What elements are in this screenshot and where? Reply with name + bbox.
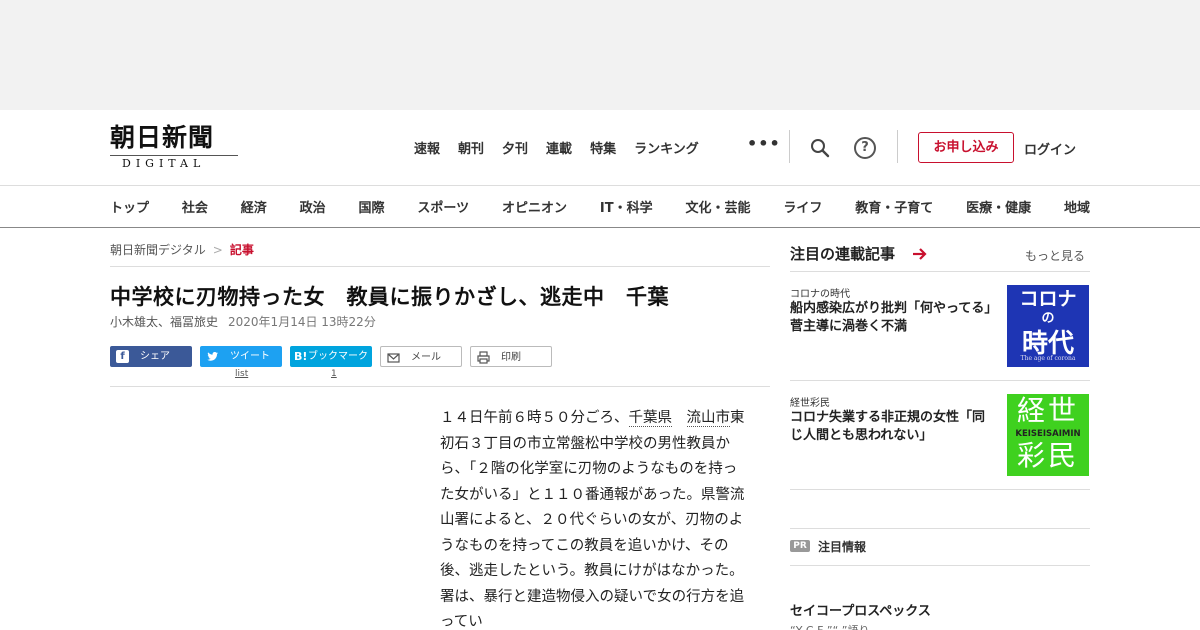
pr-section-label: 注目情報: [818, 540, 867, 554]
hatena-count-link[interactable]: 1: [331, 369, 337, 379]
breadcrumb-current: 記事: [229, 243, 254, 257]
search-icon[interactable]: [810, 138, 830, 158]
corona-series-thumbnail[interactable]: コロナ の 時代 The age of corona: [1007, 285, 1089, 367]
category-health[interactable]: 医療・健康: [966, 197, 1031, 216]
category-top[interactable]: トップ: [110, 197, 149, 216]
facebook-icon: f: [116, 350, 129, 363]
category-politics[interactable]: 政治: [300, 197, 326, 216]
site-header: 朝日新聞 DIGITAL 速報 朝刊 夕刊 連載 特集 ランキング ••• ? …: [0, 110, 1200, 185]
divider: [110, 266, 770, 267]
nav-yuukan[interactable]: 夕刊: [502, 138, 528, 157]
thumb-text: KEISEISAIMIN: [1015, 429, 1081, 439]
divider: [790, 271, 1090, 272]
thumb-text: 経世: [1016, 394, 1079, 427]
thumb-text: コロナ: [1019, 288, 1077, 310]
advertiser-name[interactable]: セイコープロスペックス: [790, 600, 931, 619]
see-more-link[interactable]: もっと見る: [1025, 247, 1085, 264]
category-economy[interactable]: 経済: [241, 197, 267, 216]
login-link[interactable]: ログイン: [1024, 139, 1076, 158]
twitter-share-label: ツイート: [230, 351, 270, 362]
link-chiba[interactable]: 千葉県: [628, 410, 672, 427]
category-life[interactable]: ライフ: [783, 197, 822, 216]
twitter-count-link[interactable]: list: [235, 369, 248, 379]
nav-rensai[interactable]: 連載: [546, 138, 572, 157]
facebook-share-button[interactable]: f シェア: [110, 346, 192, 367]
ad-banner-area: [0, 0, 1200, 110]
category-opinion[interactable]: オピニオン: [502, 197, 567, 216]
series-category[interactable]: コロナの時代: [790, 285, 850, 300]
ad-subtitle[interactable]: “Y C F ”“ ”語り: [790, 622, 870, 630]
article-date: 2020年1月14日 13時22分: [228, 315, 376, 329]
category-education[interactable]: 教育・子育て: [855, 197, 933, 216]
divider: [790, 528, 1090, 529]
thumb-text: 彩民: [1016, 439, 1079, 472]
breadcrumb-home[interactable]: 朝日新聞デジタル: [110, 243, 206, 257]
thumb-text: The age of corona: [1020, 355, 1076, 362]
article-body: １４日午前６時５０分ごろ、千葉県 流山市東初石３丁目の市立常盤松中学校の男性教員…: [440, 406, 750, 630]
hatena-bookmark-label: ブックマーク: [308, 351, 368, 362]
pr-badge: PR: [790, 540, 810, 552]
nav-tokushu[interactable]: 特集: [590, 138, 616, 157]
divider: [790, 489, 1090, 490]
divider: [790, 380, 1090, 381]
breadcrumb-separator: >: [212, 243, 223, 257]
nav-ranking[interactable]: ランキング: [634, 138, 699, 157]
arrow-right-icon[interactable]: [912, 246, 928, 262]
logo-title: 朝日新聞: [110, 123, 215, 152]
series-category[interactable]: 経世彩民: [790, 394, 830, 409]
body-text-intro: １４日午前６時５０分ごろ、: [440, 410, 629, 426]
category-nav: トップ 社会 経済 政治 国際 スポーツ オピニオン IT・科学 文化・芸能 ラ…: [0, 185, 1200, 228]
header-divider: [897, 130, 898, 163]
header-nav: 速報 朝刊 夕刊 連載 特集 ランキング: [414, 138, 717, 157]
mail-share-button[interactable]: メール: [380, 346, 462, 367]
nav-choukan[interactable]: 朝刊: [458, 138, 484, 157]
article-authors: 小木雄太、福冨旅史: [110, 315, 219, 329]
sidebar-heading[interactable]: 注目の連載記事: [790, 243, 895, 264]
more-menu-icon[interactable]: •••: [747, 134, 781, 153]
logo-subtitle: DIGITAL: [122, 157, 206, 170]
divider: [110, 386, 770, 387]
hatena-icon: B!: [294, 350, 308, 363]
breadcrumb: 朝日新聞デジタル > 記事: [110, 241, 254, 258]
category-society[interactable]: 社会: [182, 197, 208, 216]
mail-icon: [387, 353, 400, 363]
subscribe-button[interactable]: お申し込み: [918, 132, 1014, 163]
series-article-title[interactable]: コロナ失業する非正規の女性「同じ人間とも思われない」: [790, 409, 995, 445]
header-divider: [789, 130, 790, 163]
site-logo[interactable]: 朝日新聞 DIGITAL: [110, 124, 245, 170]
keisei-series-thumbnail[interactable]: 経世 KEISEISAIMIN 彩民: [1007, 394, 1089, 476]
link-nagareyama[interactable]: 流山市: [686, 410, 730, 427]
help-icon[interactable]: ?: [854, 137, 876, 159]
divider: [790, 565, 1090, 566]
article-byline: 小木雄太、福冨旅史 2020年1月14日 13時22分: [110, 313, 376, 330]
print-button[interactable]: 印刷: [470, 346, 552, 367]
hatena-bookmark-button[interactable]: B! ブックマーク: [290, 346, 372, 367]
category-international[interactable]: 国際: [359, 197, 385, 216]
mail-share-label: メール: [411, 352, 441, 363]
print-label: 印刷: [501, 352, 521, 363]
category-local[interactable]: 地域: [1064, 197, 1090, 216]
facebook-share-label: シェア: [140, 351, 170, 362]
twitter-bird-icon: [207, 352, 218, 361]
article-headline: 中学校に刃物持った女 教員に振りかざし、逃走中 千葉: [110, 285, 669, 309]
logo-rule: [110, 155, 238, 156]
category-sports[interactable]: スポーツ: [417, 197, 469, 216]
nav-sokuho[interactable]: 速報: [414, 138, 440, 157]
series-article-title[interactable]: 船内感染広がり批判「何やってる」 菅主導に渦巻く不満: [790, 300, 1004, 336]
category-culture[interactable]: 文化・芸能: [685, 197, 750, 216]
print-icon: [477, 351, 490, 364]
body-text-main: 東初石３丁目の市立常盤松中学校の男性教員から、「２階の化学室に刃物のようなものを…: [440, 410, 745, 630]
twitter-share-button[interactable]: ツイート: [200, 346, 282, 367]
category-it-science[interactable]: IT・科学: [600, 197, 653, 216]
